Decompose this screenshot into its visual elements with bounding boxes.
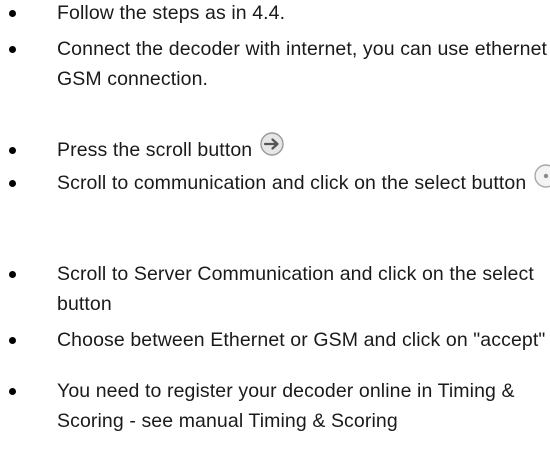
- select-dot-circle-icon: [532, 163, 550, 189]
- step-3: Press the scroll button: [0, 132, 550, 165]
- step-text: Connect the decoder with internet, you c…: [57, 38, 550, 90]
- step-text: Choose between Ethernet or GSM and click…: [57, 329, 546, 351]
- step-1: Follow the steps as in 4.4.: [0, 0, 550, 28]
- document-page: Follow the steps as in 4.4. Connect the …: [0, 0, 550, 465]
- step-5: Scroll to Server Communication and click…: [0, 259, 550, 319]
- step-2: Connect the decoder with internet, you c…: [0, 34, 550, 94]
- step-text: Follow the steps as in 4.4.: [57, 2, 286, 24]
- step-6: Choose between Ethernet or GSM and click…: [0, 325, 550, 355]
- step-text: Scroll to Server Communication and click…: [57, 263, 534, 315]
- step-7: You need to register your decoder online…: [0, 376, 550, 436]
- arrow-right-circle-icon: [258, 131, 286, 157]
- step-text: Press the scroll button: [57, 139, 253, 161]
- step-text: Scroll to communication and click on the…: [57, 172, 527, 194]
- step-text: You need to register your decoder online…: [57, 380, 515, 432]
- step-4: Scroll to communication and click on the…: [0, 164, 550, 198]
